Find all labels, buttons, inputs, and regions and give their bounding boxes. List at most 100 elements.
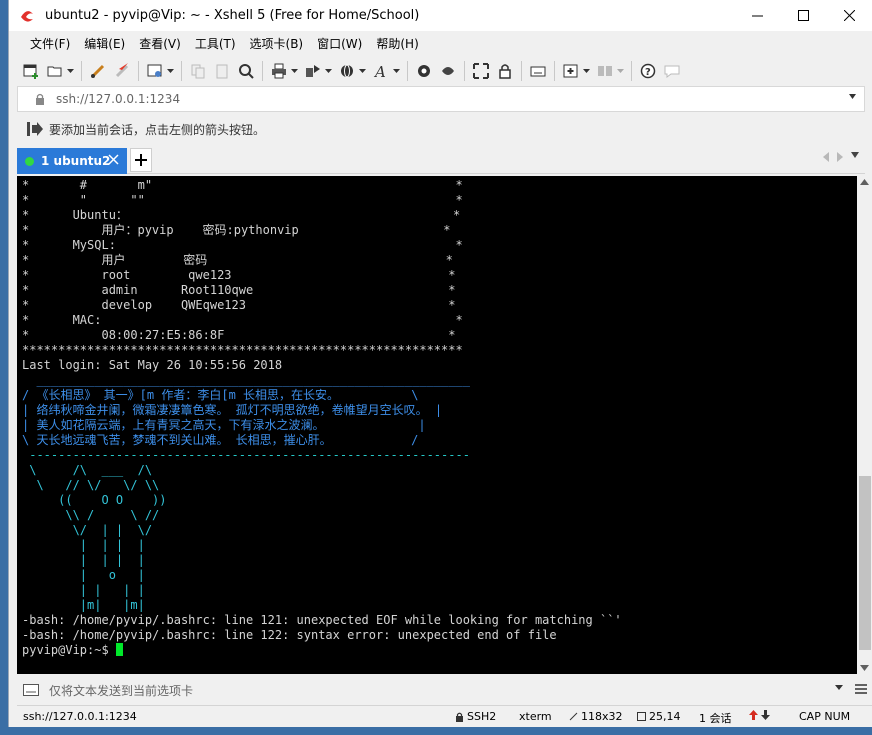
- chevron-down-icon[interactable]: [393, 62, 400, 80]
- status-position: 25,14: [637, 710, 681, 723]
- fullscreen-icon[interactable]: [472, 62, 490, 80]
- status-position-label: 25,14: [649, 710, 681, 723]
- menu-view[interactable]: 查看(V): [132, 35, 188, 52]
- find-icon[interactable]: [237, 62, 255, 80]
- terminal-line: (( O O )): [22, 493, 167, 507]
- tab-list-icon[interactable]: [851, 152, 859, 158]
- connected-status-icon: [25, 156, 34, 166]
- terminal-line: ________________________________________…: [22, 373, 470, 387]
- disconnect-icon[interactable]: [113, 62, 131, 80]
- close-icon: [843, 10, 855, 21]
- terminal-line: | 美人如花隔云端，上有青冥之高天，下有渌水之波澜。 |: [22, 418, 426, 432]
- add-tab-button[interactable]: [130, 148, 152, 172]
- menu-icon[interactable]: [855, 683, 867, 695]
- xftp-icon[interactable]: [415, 62, 433, 80]
- status-transfer: [749, 710, 770, 720]
- maximize-button[interactable]: [780, 0, 826, 31]
- new-tab-icon[interactable]: [562, 62, 580, 80]
- xshell-logo-icon: [21, 10, 33, 22]
- menu-edit[interactable]: 编辑(E): [77, 35, 132, 52]
- menu-window[interactable]: 窗口(W): [310, 35, 369, 52]
- status-size: 118x32: [569, 710, 623, 723]
- terminal-output[interactable]: * # m" * * " "" * * Ubuntu： * * 用户：pyvip…: [17, 176, 857, 674]
- svg-text:A: A: [373, 63, 386, 79]
- font-icon[interactable]: A: [372, 62, 390, 80]
- keyboard-icon: [23, 684, 39, 696]
- menu-file[interactable]: 文件(F): [23, 35, 77, 52]
- address-input[interactable]: ssh://127.0.0.1:1234: [56, 92, 180, 106]
- globe-icon[interactable]: [338, 62, 356, 80]
- paste-icon[interactable]: [213, 62, 231, 80]
- menu-help[interactable]: 帮助(H): [369, 35, 425, 52]
- status-sessions: 1 会话: [699, 712, 732, 725]
- title-bar: ubuntu2 - pyvip@Vip: ~ - Xshell 5 (Free …: [9, 0, 872, 31]
- toolbar-divider: [631, 61, 632, 81]
- terminal-line: | 络纬秋啼金井阑，微霜凄凄簟色寒。 孤灯不明思欲绝，卷帷望月空长叹。 |: [22, 403, 443, 417]
- chat-icon[interactable]: [663, 62, 681, 80]
- terminal-line: * admin Root110qwe *: [22, 283, 456, 297]
- help-icon[interactable]: ?: [639, 62, 657, 80]
- terminal-line: * MySQL: *: [22, 238, 463, 252]
- terminal-line: \ /\ ___ /\: [22, 463, 153, 477]
- status-bar: ssh://127.0.0.1:1234 SSH2 xterm 118x32 2…: [17, 705, 872, 727]
- desktop-bottom-edge: [0, 727, 872, 735]
- new-session-icon[interactable]: [22, 62, 40, 80]
- properties-icon[interactable]: [146, 62, 164, 80]
- cursor-position-icon: [637, 712, 646, 721]
- scroll-up-icon[interactable]: [860, 179, 869, 185]
- terminal-line: | | | |: [22, 553, 145, 567]
- scroll-down-icon[interactable]: [860, 665, 869, 671]
- chevron-down-icon[interactable]: [849, 94, 856, 99]
- chevron-down-icon[interactable]: [325, 62, 332, 80]
- tab-ubuntu2[interactable]: 1 ubuntu2: [17, 148, 127, 174]
- minimize-button[interactable]: [734, 0, 780, 31]
- plus-icon: [135, 154, 147, 166]
- address-bar[interactable]: ssh://127.0.0.1:1234: [17, 86, 865, 112]
- add-session-arrow-icon[interactable]: [27, 122, 43, 136]
- chevron-down-icon[interactable]: [291, 62, 298, 80]
- close-icon[interactable]: [108, 154, 119, 165]
- chevron-down-icon[interactable]: [359, 62, 366, 80]
- terminal-line: |m| |m|: [22, 598, 145, 612]
- lock-icon[interactable]: [496, 62, 514, 80]
- close-button[interactable]: [826, 0, 872, 31]
- open-folder-icon[interactable]: [46, 62, 64, 80]
- toolbar-divider: [81, 61, 82, 81]
- transfer-icon[interactable]: [304, 62, 322, 80]
- toolbar: A ?: [9, 56, 872, 86]
- chevron-down-icon[interactable]: [617, 62, 624, 80]
- status-protocol-label: SSH2: [467, 710, 497, 723]
- tab-next-icon[interactable]: [837, 152, 843, 162]
- chevron-down-icon[interactable]: [835, 685, 843, 690]
- toolbar-divider: [407, 61, 408, 81]
- terminal-line: -bash: /home/pyvip/.bashrc: line 122: sy…: [22, 628, 557, 642]
- keyboard-icon[interactable]: [529, 62, 547, 80]
- xmanager-icon[interactable]: [439, 62, 457, 80]
- scrollbar-thumb[interactable]: [859, 476, 871, 650]
- terminal-line: * 用户：pyvip 密码:pythonvip *: [22, 223, 451, 237]
- copy-icon[interactable]: [189, 62, 207, 80]
- tile-windows-icon[interactable]: [596, 62, 614, 80]
- menu-tools[interactable]: 工具(T): [188, 35, 243, 52]
- chevron-down-icon[interactable]: [583, 62, 590, 80]
- connect-icon[interactable]: [89, 62, 107, 80]
- status-size-label: 118x32: [581, 710, 623, 723]
- menu-tab[interactable]: 选项卡(B): [243, 35, 311, 52]
- toolbar-divider: [181, 61, 182, 81]
- terminal-line: \ 天长地远魂飞苦，梦魂不到关山难。 长相思，摧心肝。 /: [22, 433, 419, 447]
- terminal-line: ****************************************…: [22, 343, 463, 357]
- chevron-down-icon[interactable]: [167, 62, 174, 80]
- toolbar-divider: [464, 61, 465, 81]
- status-term: xterm: [519, 710, 552, 723]
- tab-prev-icon[interactable]: [823, 152, 829, 162]
- chevron-down-icon[interactable]: [67, 62, 74, 80]
- print-icon[interactable]: [270, 62, 288, 80]
- terminal-line: * Ubuntu： *: [22, 208, 461, 222]
- lock-icon: [456, 712, 463, 722]
- compose-input[interactable]: 仅将文本发送到当前选项卡: [49, 682, 193, 699]
- terminal-line: * 用户 密码 *: [22, 253, 453, 267]
- terminal-line: * MAC: *: [22, 313, 463, 327]
- tab-label: 1 ubuntu2: [41, 154, 111, 168]
- terminal-line: -bash: /home/pyvip/.bashrc: line 121: un…: [22, 613, 622, 627]
- terminal-scrollbar[interactable]: [857, 176, 872, 674]
